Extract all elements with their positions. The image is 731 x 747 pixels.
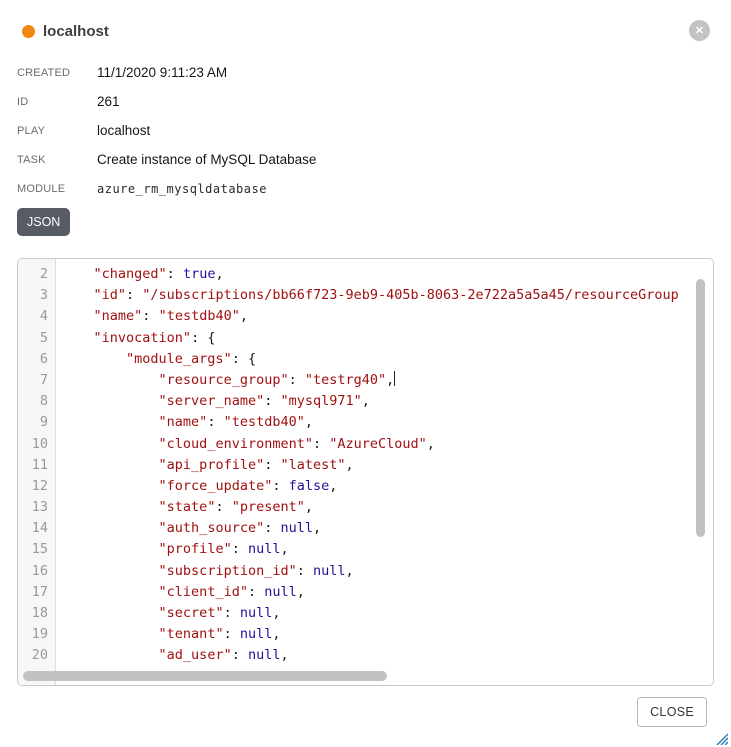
line-number: 18 [18,603,48,624]
code-line[interactable]: "auth_source": null, [61,518,713,539]
line-number: 8 [18,391,48,412]
detail-row: MODULEazure_rm_mysqldatabase [17,174,731,203]
detail-value: Create instance of MySQL Database [97,152,316,167]
status-changed-dot [22,25,35,38]
line-number: 13 [18,497,48,518]
code-line[interactable]: "api_profile": "latest", [61,455,713,476]
detail-label: TASK [17,154,97,166]
text-cursor [394,371,395,386]
detail-value: 11/1/2020 9:11:23 AM [97,65,227,80]
code-line[interactable]: "subscription_id": null, [61,561,713,582]
details-list: CREATED11/1/2020 9:11:23 AMID261PLAYloca… [17,58,731,203]
host-title: localhost [43,23,109,40]
code-line[interactable]: "server_name": "mysql971", [61,391,713,412]
line-number: 5 [18,328,48,349]
line-number: 10 [18,434,48,455]
line-number: 19 [18,624,48,645]
detail-label: PLAY [17,125,97,137]
code-line[interactable]: "profile": null, [61,539,713,560]
line-number: 20 [18,645,48,666]
code-line[interactable]: "force_update": false, [61,476,713,497]
code-line[interactable]: "secret": null, [61,603,713,624]
line-number: 2 [18,264,48,285]
detail-value: 261 [97,94,120,109]
line-number-gutter: 234567891011121314151617181920 [18,259,56,685]
modal-header: localhost ✕ [0,0,731,42]
line-number: 16 [18,561,48,582]
detail-value: azure_rm_mysqldatabase [97,182,267,196]
code-line[interactable]: "tenant": null, [61,624,713,645]
horizontal-scrollbar[interactable] [23,671,387,681]
code-line[interactable]: "state": "present", [61,497,713,518]
json-code-editor[interactable]: 234567891011121314151617181920 "changed"… [17,258,714,686]
modal-footer: CLOSE [0,686,731,727]
detail-label: CREATED [17,67,97,79]
line-number: 15 [18,539,48,560]
code-line[interactable]: "module_args": { [61,349,713,370]
code-line[interactable]: "ad_user": null, [61,645,713,666]
line-number: 3 [18,285,48,306]
code-content[interactable]: "changed": true, "id": "/subscriptions/b… [56,259,713,685]
host-event-modal: localhost ✕ CREATED11/1/2020 9:11:23 AMI… [0,0,731,747]
code-line[interactable]: "name": "testdb40", [61,306,713,327]
resize-grip-icon[interactable] [714,731,728,745]
code-line[interactable]: "name": "testdb40", [61,412,713,433]
code-line[interactable]: "changed": true, [61,264,713,285]
line-number: 6 [18,349,48,370]
code-line[interactable]: "id": "/subscriptions/bb66f723-9eb9-405b… [61,285,713,306]
detail-row: ID261 [17,87,731,116]
line-number: 9 [18,412,48,433]
close-icon[interactable]: ✕ [689,20,710,41]
line-number: 12 [18,476,48,497]
line-number: 7 [18,370,48,391]
line-number: 4 [18,306,48,327]
code-line[interactable]: "resource_group": "testrg40", [61,370,713,391]
line-number: 11 [18,455,48,476]
detail-row: TASKCreate instance of MySQL Database [17,145,731,174]
detail-value: localhost [97,123,150,138]
json-tab-button[interactable]: JSON [17,208,70,236]
code-line[interactable]: "cloud_environment": "AzureCloud", [61,434,713,455]
detail-label: ID [17,96,97,108]
code-line[interactable]: "client_id": null, [61,582,713,603]
vertical-scrollbar[interactable] [696,279,705,537]
detail-row: CREATED11/1/2020 9:11:23 AM [17,58,731,87]
line-number: 14 [18,518,48,539]
code-line[interactable]: "invocation": { [61,328,713,349]
close-button[interactable]: CLOSE [637,697,707,727]
detail-row: PLAYlocalhost [17,116,731,145]
line-number: 17 [18,582,48,603]
detail-label: MODULE [17,183,97,195]
